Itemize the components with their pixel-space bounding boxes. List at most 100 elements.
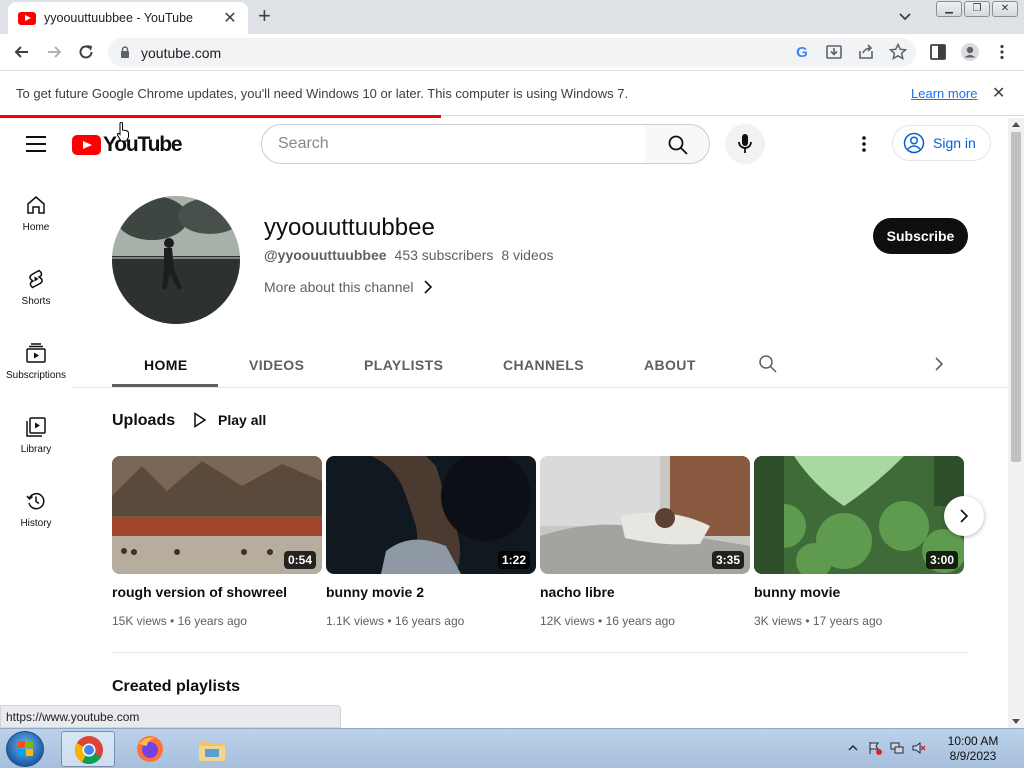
video-count: 8 videos	[501, 247, 554, 263]
play-all-label: Play all	[218, 412, 267, 428]
volume-muted-icon[interactable]	[912, 741, 926, 755]
guide-item-history[interactable]: History	[0, 490, 72, 529]
tab-about[interactable]: ABOUT	[644, 357, 696, 373]
google-icon[interactable]: G	[792, 42, 812, 62]
network-icon[interactable]	[890, 741, 904, 755]
guide-item-library[interactable]: Library	[0, 416, 72, 455]
search-icon	[668, 135, 688, 155]
chevron-right-icon	[424, 280, 433, 294]
settings-more-icon[interactable]	[852, 134, 876, 154]
tabs-scroll-right-icon[interactable]	[934, 356, 944, 372]
guide-item-shorts[interactable]: Shorts	[0, 268, 72, 307]
new-tab-button[interactable]: +	[258, 5, 271, 27]
video-meta: 15K views • 16 years ago	[112, 614, 247, 628]
close-window-button[interactable]: ✕	[992, 1, 1018, 17]
channel-handle: @yyoouuttuubbee	[264, 247, 387, 263]
lock-icon[interactable]	[120, 46, 130, 58]
video-thumbnail[interactable]: 3:35	[540, 456, 750, 574]
channel-tabs: HOME VIDEOS PLAYLISTS CHANNELS ABOUT	[72, 343, 1008, 388]
more-about-label: More about this channel	[264, 279, 414, 295]
video-thumbnail[interactable]: 0:54	[112, 456, 322, 574]
taskbar-clock[interactable]: 10:00 AM 8/9/2023	[936, 734, 1010, 764]
created-playlists-heading: Created playlists	[112, 678, 241, 695]
infobar-message: To get future Google Chrome updates, you…	[16, 86, 629, 101]
play-all-button[interactable]: Play all	[193, 412, 266, 428]
close-tab-icon[interactable]: ✕	[222, 8, 238, 28]
search-box	[261, 124, 647, 164]
install-app-icon[interactable]	[824, 42, 844, 62]
side-panel-icon[interactable]	[928, 42, 948, 62]
sign-in-button[interactable]: Sign in	[892, 125, 991, 161]
guide-label: Home	[22, 222, 50, 233]
uploads-heading[interactable]: Uploads	[112, 412, 175, 430]
action-center-flag-icon[interactable]	[868, 741, 882, 755]
youtube-favicon-icon	[18, 11, 36, 25]
channel-avatar[interactable]	[112, 196, 240, 324]
video-title[interactable]: bunny movie 2	[326, 584, 536, 600]
video-card[interactable]: 3:35 nacho libre 12K views • 16 years ag…	[540, 456, 750, 628]
account-circle-icon	[903, 132, 925, 154]
video-thumbnail[interactable]: 3:00	[754, 456, 964, 574]
page-scrollbar[interactable]	[1008, 118, 1024, 728]
more-about-channel-link[interactable]: More about this channel	[264, 279, 433, 295]
bookmark-star-icon[interactable]	[888, 42, 908, 62]
scroll-down-arrow-icon[interactable]	[1012, 719, 1020, 724]
guide-item-subscriptions[interactable]: Subscriptions	[0, 342, 72, 381]
tab-playlists[interactable]: PLAYLISTS	[364, 357, 443, 373]
video-duration: 0:54	[283, 551, 316, 569]
start-button[interactable]	[6, 731, 44, 767]
library-icon	[26, 417, 46, 437]
video-views: 12K views	[540, 614, 595, 628]
guide-item-home[interactable]: Home	[0, 194, 72, 233]
video-card[interactable]: 3:00 bunny movie 3K views • 17 years ago	[754, 456, 964, 628]
infobar-close-icon[interactable]: ✕	[992, 83, 1005, 103]
minimize-button[interactable]: ▁	[936, 1, 962, 17]
video-age: 17 years ago	[812, 614, 883, 628]
share-icon[interactable]	[856, 42, 876, 62]
video-title[interactable]: rough version of showreel	[112, 584, 322, 600]
channel-avatar-photo	[112, 196, 240, 324]
show-hidden-icons-icon[interactable]	[846, 741, 860, 755]
taskbar-chrome[interactable]	[61, 731, 115, 767]
video-age: 16 years ago	[605, 614, 675, 628]
guide-label: Subscriptions	[5, 370, 67, 381]
video-duration: 3:35	[711, 551, 744, 569]
tab-title: yyoouuttuubbee - YouTube	[44, 11, 193, 25]
tab-videos[interactable]: VIDEOS	[249, 357, 304, 373]
guide-menu-icon[interactable]	[26, 136, 46, 152]
search-button[interactable]	[646, 124, 710, 164]
video-title[interactable]: bunny movie	[754, 584, 964, 600]
subscribe-button[interactable]: Subscribe	[873, 218, 968, 254]
channel-search-icon[interactable]	[758, 354, 778, 374]
reload-icon[interactable]	[76, 42, 96, 62]
video-thumbnail[interactable]: 1:22	[326, 456, 536, 574]
voice-search-button[interactable]	[725, 124, 765, 164]
link-status-bubble: https://www.youtube.com	[0, 705, 341, 728]
play-icon	[194, 412, 207, 428]
restore-button[interactable]: ❐	[964, 1, 990, 17]
back-icon[interactable]	[12, 42, 32, 62]
video-card[interactable]: 0:54 rough version of showreel 15K views…	[112, 456, 322, 628]
guide-label: Library	[20, 444, 52, 455]
channel-meta: @yyoouuttuubbee 453 subscribers 8 videos	[264, 247, 554, 263]
scroll-up-arrow-icon[interactable]	[1012, 122, 1020, 127]
taskbar-explorer[interactable]	[185, 731, 239, 767]
uploads-next-button[interactable]	[944, 496, 984, 536]
video-views: 1.1K views	[326, 614, 385, 628]
video-card[interactable]: 1:22 bunny movie 2 1.1K views • 16 years…	[326, 456, 536, 628]
hand-cursor-icon	[116, 122, 129, 142]
tab-channels[interactable]: CHANNELS	[503, 357, 584, 373]
subscriber-count: 453 subscribers	[394, 247, 494, 263]
tab-home[interactable]: HOME	[144, 357, 188, 373]
profile-avatar-icon[interactable]	[960, 42, 980, 62]
chrome-update-infobar: To get future Google Chrome updates, you…	[0, 71, 1024, 116]
browser-tab[interactable]: yyoouuttuubbee - YouTube ✕	[8, 2, 248, 34]
scrollbar-thumb[interactable]	[1011, 132, 1021, 462]
taskbar-firefox[interactable]	[123, 731, 177, 767]
forward-icon[interactable]	[44, 42, 64, 62]
search-input[interactable]	[278, 135, 618, 153]
learn-more-link[interactable]: Learn more	[911, 86, 977, 101]
tab-search-chevron-icon[interactable]	[897, 8, 913, 24]
video-title[interactable]: nacho libre	[540, 584, 750, 600]
chrome-menu-icon[interactable]	[992, 42, 1012, 62]
